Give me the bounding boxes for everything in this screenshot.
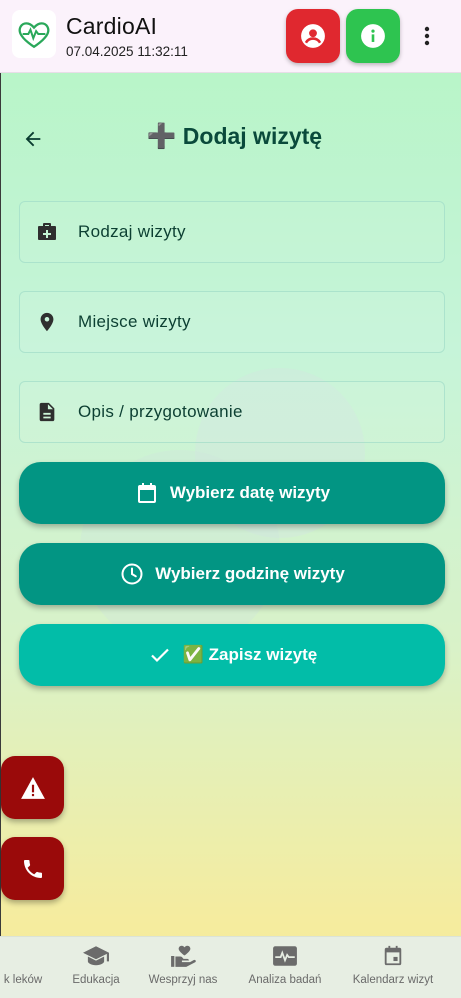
emergency-call-button[interactable] [1,837,64,900]
page-title-text: Dodaj wizytę [182,123,323,149]
info-button[interactable] [346,9,400,63]
more-options-button[interactable] [414,20,440,52]
top-app-bar: CardioAI 07.04.2025 11:32:11 [0,0,461,73]
check-icon [147,642,173,668]
event-icon [380,943,406,969]
pick-time-button[interactable]: Wybierz godzinę wizyty [19,543,445,605]
visit-type-field[interactable]: Rodzaj wizyty [19,201,445,263]
pick-date-button[interactable]: Wybierz datę wizyty [19,462,445,524]
warning-icon [20,776,45,799]
pick-date-label: Wybierz datę wizyty [169,483,331,502]
visit-place-label: Miejsce wizyty [78,312,191,331]
emergency-warning-button[interactable] [1,756,64,819]
nav-label: Analiza badań [248,974,322,986]
app-title: CardioAI [66,13,158,39]
visit-place-field[interactable]: Miejsce wizyty [19,291,445,353]
pill-icon [10,943,36,969]
info-icon [361,24,385,48]
nav-item-test-analysis[interactable]: Analiza badań [242,937,328,998]
bottom-navigation: k leków Edukacja Wesprzyj nas Analiza ba… [0,936,461,998]
nav-label: Wesprzyj nas [148,974,218,986]
save-visit-button[interactable]: ✅ Zapisz wizytę [19,624,445,686]
save-visit-label: ✅ Zapisz wizytę [182,645,318,664]
volunteer-icon [170,943,196,969]
calendar-icon [134,480,160,506]
visit-type-label: Rodzaj wizyty [78,222,186,241]
nav-label: Kalendarz wizyt [352,974,434,986]
app-logo [12,10,56,58]
account-circle-icon [301,24,325,48]
location-pin-icon [34,309,60,335]
nav-label: k leków [3,974,43,986]
monitor-heart-icon [272,943,298,969]
nav-item-visit-calendar[interactable]: Kalendarz wizyt [348,937,438,998]
app-datetime: 07.04.2025 11:32:11 [66,44,188,59]
heart-pulse-icon [18,22,50,49]
description-label: Opis / przygotowanie [78,402,243,421]
nav-label: Edukacja [72,974,120,986]
page-title: ➕ Dodaj wizytę [0,122,461,151]
nav-item-medications[interactable]: k leków [0,937,52,998]
profile-button[interactable] [286,9,340,63]
more-vert-icon [424,26,430,46]
plus-emoji-icon: ➕ [146,123,177,150]
clock-icon [119,561,145,587]
description-field[interactable]: Opis / przygotowanie [19,381,445,443]
pick-time-label: Wybierz godzinę wizyty [155,564,345,583]
school-icon [83,943,109,969]
nav-item-education[interactable]: Edukacja [64,937,128,998]
nav-item-support[interactable]: Wesprzyj nas [143,937,223,998]
phone-icon [23,859,42,878]
document-icon [34,399,60,425]
medical-bag-icon [34,219,60,245]
